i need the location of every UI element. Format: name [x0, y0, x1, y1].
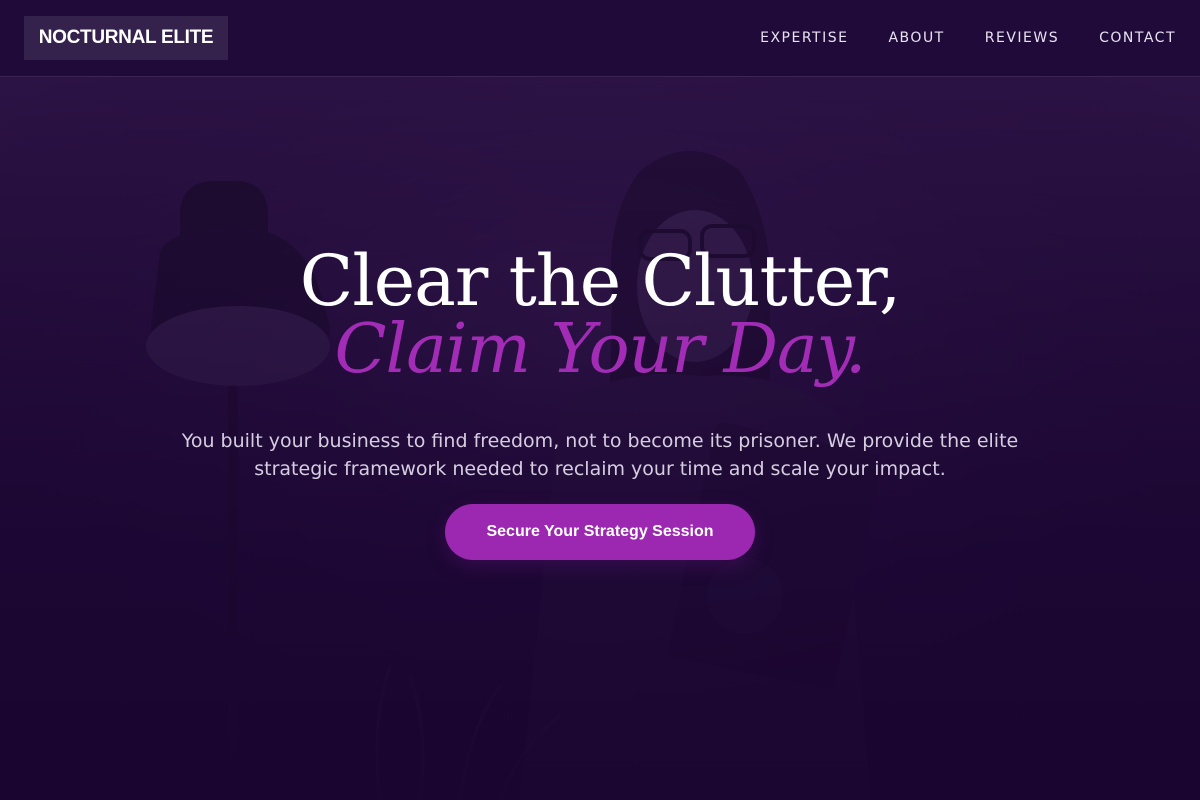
- hero-subtitle: You built your business to find freedom,…: [181, 430, 1019, 480]
- strategy-session-button[interactable]: Secure Your Strategy Session: [445, 504, 755, 560]
- hero-section: Clear the Clutter, Claim Your Day. You b…: [0, 76, 1200, 800]
- nav-link-reviews[interactable]: REVIEWS: [985, 30, 1059, 46]
- nav-link-about[interactable]: ABOUT: [888, 30, 944, 46]
- landing-page: NOCTURNAL ELITE EXPERTISE ABOUT REVIEWS …: [0, 0, 1200, 800]
- nav-link-contact[interactable]: CONTACT: [1099, 30, 1176, 46]
- logo[interactable]: NOCTURNAL ELITE: [24, 16, 228, 60]
- site-header: NOCTURNAL ELITE EXPERTISE ABOUT REVIEWS …: [0, 0, 1200, 77]
- main-nav: EXPERTISE ABOUT REVIEWS CONTACT: [720, 0, 1176, 76]
- hero-title-accent: Claim Your Day.: [334, 310, 866, 389]
- nav-link-expertise[interactable]: EXPERTISE: [760, 30, 848, 46]
